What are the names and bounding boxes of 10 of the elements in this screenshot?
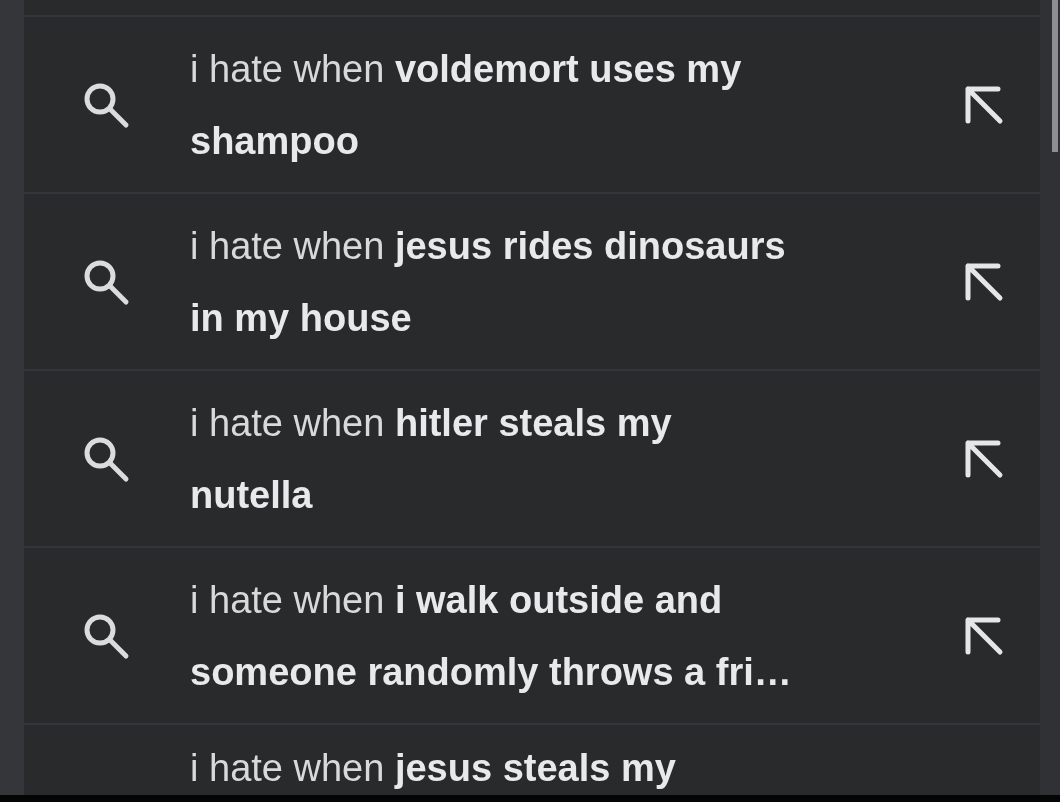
arrow-icon[interactable]: [964, 261, 1004, 302]
suggestion-text[interactable]: i hate when jesus steals my: [190, 745, 960, 791]
suggestion-text[interactable]: i hate when i walk outside and someone randomly throws a fri…: [190, 563, 960, 708]
arrow-icon[interactable]: [964, 438, 1004, 479]
suggestion-text[interactable]: i hate when jesus rides dinosaurs in my house: [190, 209, 960, 354]
scrollbar-thumb[interactable]: [1052, 0, 1058, 152]
arrow-icon[interactable]: [964, 84, 1004, 125]
suggestion-text[interactable]: i hate when voldemort uses my shampoo: [190, 32, 960, 177]
suggestion-text[interactable]: i hate when hitler steals my nutella: [190, 386, 960, 531]
arrow-icon[interactable]: [964, 615, 1004, 656]
